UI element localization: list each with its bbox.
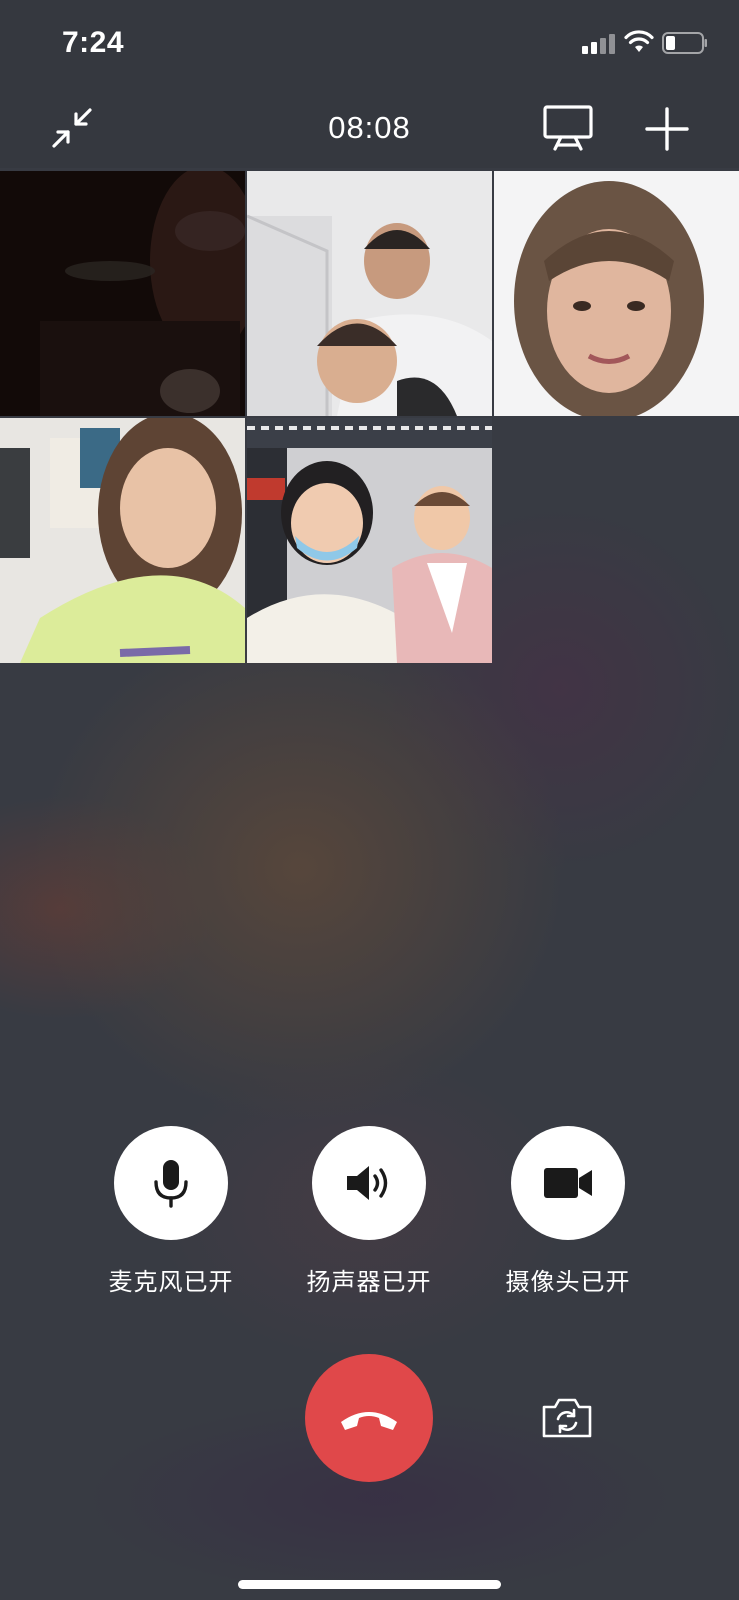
plus-icon [645,107,689,151]
status-time: 7:24 [62,26,125,59]
battery-icon [662,32,707,54]
camera-button[interactable] [511,1126,625,1240]
call-duration: 08:08 [328,110,411,145]
speaker-button[interactable] [312,1126,426,1240]
screen-share-button[interactable] [538,102,598,154]
microphone-control[interactable]: 麦克风已开 [91,1126,251,1297]
call-top-bar: 08:08 [0,88,739,168]
speaker-icon [347,1166,388,1200]
screen-share-icon [543,105,593,151]
hang-up-icon [341,1412,397,1430]
camera-control[interactable]: 摄像头已开 [488,1126,648,1297]
video-call-screen: 7:24 08:08 麦克风已开 扬声器已开 摄像头已开 [0,0,739,1600]
participant-video-5[interactable] [247,418,492,663]
switch-camera-button[interactable] [540,1394,594,1442]
participant-video-2[interactable] [247,171,492,416]
microphone-status-label: 麦克风已开 [108,1268,234,1296]
camera-status-label: 摄像头已开 [505,1268,631,1296]
participant-video-1[interactable] [0,171,245,416]
status-bar: 7:24 [0,0,739,88]
microphone-icon [154,1160,188,1208]
switch-camera-icon [542,1398,592,1438]
wifi-icon [624,30,654,52]
speaker-status-label: 扬声器已开 [306,1268,432,1296]
add-participant-button[interactable] [642,104,692,154]
video-camera-icon [544,1168,592,1198]
participant-video-4[interactable] [0,418,245,663]
microphone-button[interactable] [114,1126,228,1240]
participant-video-3[interactable] [494,171,739,416]
home-indicator[interactable] [238,1580,501,1589]
speaker-control[interactable]: 扬声器已开 [289,1126,449,1297]
hang-up-button[interactable] [305,1354,433,1482]
cellular-signal-icon [582,32,618,54]
